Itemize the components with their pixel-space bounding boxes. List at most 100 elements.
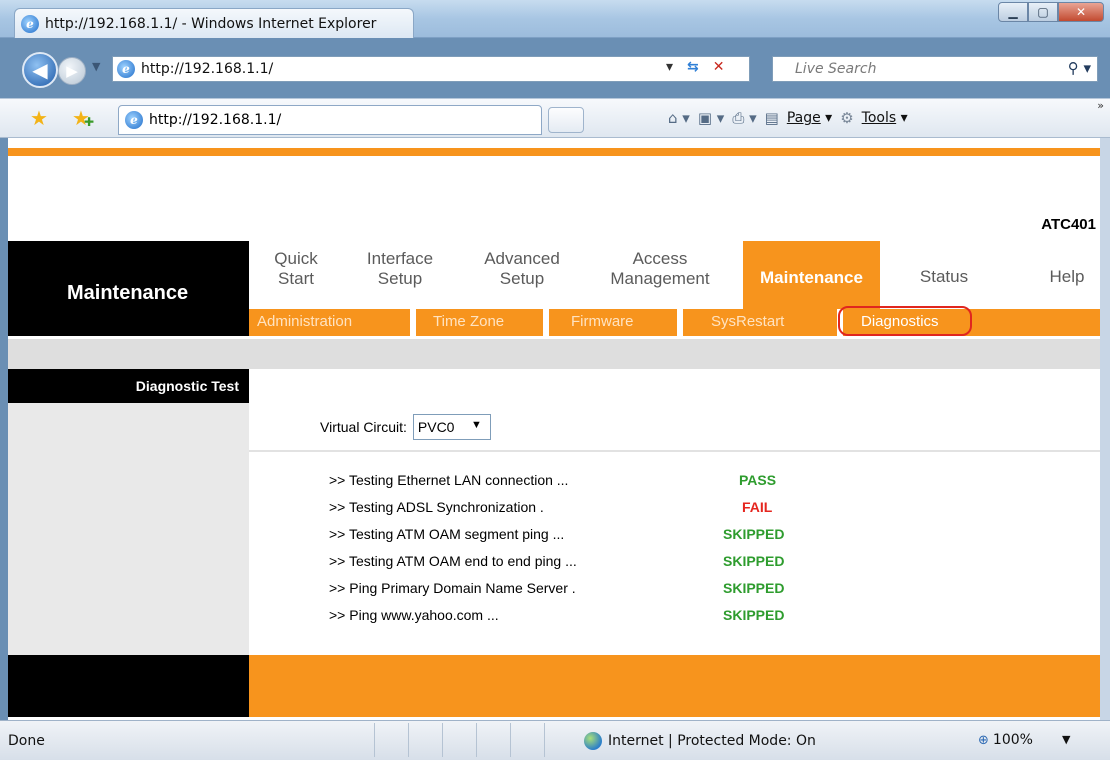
left-column (8, 369, 249, 655)
back-button[interactable]: ◀ (22, 52, 58, 88)
submenu-separator (543, 309, 549, 336)
test-result: PASS (739, 472, 777, 488)
zoom-level[interactable]: ⊕ 100% (978, 732, 1033, 748)
page-menu-label: Page (786, 110, 821, 126)
address-url: http://192.168.1.1/ (141, 61, 274, 77)
submenu-time-zone[interactable]: Time Zone (433, 313, 504, 330)
address-actions: ▾ ⇆ ✕ (666, 59, 725, 75)
menu-status[interactable]: Status (904, 267, 984, 287)
test-result: SKIPPED (723, 553, 785, 569)
test-name: >> Testing ADSL Synchronization . (329, 499, 544, 515)
test-name: >> Ping Primary Domain Name Server . (329, 580, 576, 596)
recent-pages-dropdown-icon[interactable]: ▼ (92, 60, 100, 73)
address-bar[interactable]: e http://192.168.1.1/ (112, 56, 750, 82)
menu-quick-start[interactable]: Quick Start (271, 249, 321, 289)
more-commands-icon[interactable]: » (1097, 99, 1104, 112)
menu-access-management[interactable]: Access Management (600, 249, 720, 289)
search-input[interactable]: Live Search ⚲ ▾ (772, 56, 1098, 82)
menu-help[interactable]: Help (1037, 267, 1097, 287)
virtual-circuit-value: PVC0 (417, 419, 455, 435)
window-frame-right (1100, 138, 1110, 720)
feeds-icon[interactable]: ▣ ▾ (698, 109, 724, 127)
security-zone-text: Internet | Protected Mode: On (608, 733, 816, 749)
navigation-bar: ◀ ▶ ▼ e http://192.168.1.1/ ▾ ⇆ ✕ Live S… (0, 50, 1110, 90)
test-name: >> Ping www.yahoo.com ... (329, 607, 499, 623)
add-favorite-icon[interactable]: ★ ✚ (72, 106, 94, 130)
favorites-bar: ★ ★ ✚ e http://192.168.1.1/ ⌂ ▾ ▣ ▾ ⎙ ▾ ▤… (0, 98, 1110, 138)
section-title: Maintenance (8, 241, 249, 336)
print-icon[interactable]: ⎙ ▾ (732, 109, 756, 127)
page-menu-icon: ▤ (764, 109, 779, 127)
window-title: e http://192.168.1.1/ - Windows Internet… (14, 8, 414, 38)
security-zone[interactable]: Internet | Protected Mode: On (584, 732, 816, 750)
gray-band (8, 339, 1100, 369)
top-accent-bar (8, 148, 1100, 156)
address-dropdown-icon[interactable]: ▾ (666, 59, 673, 75)
test-name: >> Testing ATM OAM end to end ping ... (329, 553, 577, 569)
status-panel (544, 723, 578, 757)
search-icon[interactable]: ⚲ ▾ (1068, 59, 1091, 77)
section-title-text: Maintenance (67, 282, 189, 304)
test-result: SKIPPED (723, 607, 785, 623)
submenu-sysrestart[interactable]: SysRestart (711, 313, 784, 330)
submenu-administration[interactable]: Administration (257, 313, 352, 330)
submenu-firmware[interactable]: Firmware (571, 313, 634, 330)
footer-left (8, 655, 249, 717)
tab-current[interactable]: e http://192.168.1.1/ (118, 105, 542, 135)
zoom-text: 100% (992, 732, 1033, 748)
tools-menu[interactable]: Tools ▾ (862, 110, 908, 126)
page-menu[interactable]: Page ▾ (787, 110, 832, 126)
tab-page-icon: e (125, 111, 143, 129)
status-bar: Done Internet | Protected Mode: On ⊕ 100… (0, 720, 1110, 760)
zoom-dropdown-icon[interactable]: ▼ (1062, 733, 1070, 746)
menu-maintenance[interactable]: Maintenance (743, 241, 880, 309)
virtual-circuit-label: Virtual Circuit: (320, 419, 407, 435)
refresh-icon[interactable]: ⇆ (687, 59, 699, 75)
minimize-button[interactable]: ▁ (998, 2, 1028, 22)
menu-interface-setup[interactable]: Interface Setup (359, 249, 441, 289)
new-tab-button[interactable] (548, 107, 584, 133)
chevron-down-icon: ▼ (471, 419, 482, 431)
close-button[interactable]: ✕ (1058, 2, 1104, 22)
main-menu: Quick Start Interface Setup Advanced Set… (249, 241, 1100, 309)
diagnostics-highlight (838, 306, 972, 336)
submenu-separator (410, 309, 416, 336)
window-title-text: http://192.168.1.1/ - Windows Internet E… (45, 15, 377, 32)
virtual-circuit-select[interactable]: PVC0 ▼ (412, 414, 491, 440)
page-icon: e (117, 60, 135, 78)
home-icon[interactable]: ⌂ ▾ (668, 109, 690, 127)
test-result: SKIPPED (723, 580, 785, 596)
gear-icon: ⚙ (840, 109, 854, 127)
footer-right (249, 655, 1100, 717)
maximize-button[interactable]: ▢ (1028, 2, 1058, 22)
status-panel (510, 723, 544, 757)
ie-logo-icon: e (21, 14, 39, 33)
globe-icon (584, 732, 602, 750)
test-result: SKIPPED (723, 526, 785, 542)
test-name: >> Testing Ethernet LAN connection ... (329, 472, 569, 488)
status-panel (476, 723, 510, 757)
status-text: Done (8, 733, 45, 749)
page-viewport: ATC401 Maintenance Quick Start Interface… (8, 138, 1100, 720)
status-panels (374, 723, 578, 757)
status-panel (408, 723, 442, 757)
virtual-circuit-row: Virtual Circuit: PVC0 ▼ (320, 414, 491, 440)
stop-icon[interactable]: ✕ (713, 59, 725, 75)
test-result: FAIL (742, 499, 773, 515)
status-panel (442, 723, 476, 757)
test-name: >> Testing ATM OAM segment ping ... (329, 526, 565, 542)
product-model: ATC401 (1041, 216, 1096, 233)
window-titlebar: e http://192.168.1.1/ - Windows Internet… (0, 0, 1110, 38)
diagnostic-test-label: Diagnostic Test (8, 369, 249, 403)
submenu-separator (677, 309, 683, 336)
menu-advanced-setup[interactable]: Advanced Setup (476, 249, 568, 289)
command-bar: ⌂ ▾ ▣ ▾ ⎙ ▾ ▤ Page ▾ ⚙ Tools ▾ (668, 109, 908, 127)
tab-title: http://192.168.1.1/ (149, 112, 282, 128)
search-placeholder: Live Search (795, 61, 877, 77)
forward-button[interactable]: ▶ (58, 57, 86, 85)
favorites-star-icon[interactable]: ★ (30, 106, 48, 130)
divider (249, 450, 1100, 452)
tools-menu-label: Tools (861, 110, 897, 126)
window-controls: ▁ ▢ ✕ (998, 2, 1104, 22)
zoom-icon: ⊕ (978, 732, 989, 748)
